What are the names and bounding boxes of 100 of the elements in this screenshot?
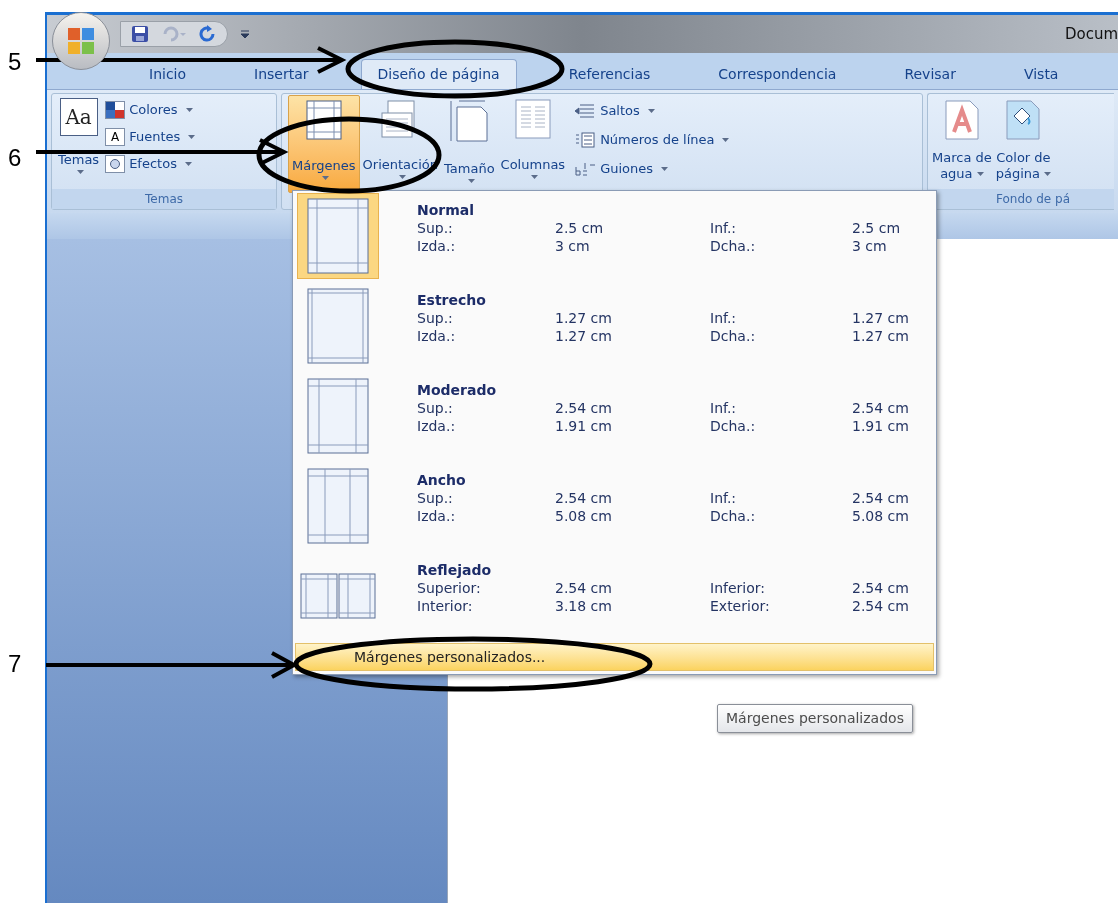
caret-icon xyxy=(77,169,85,174)
window-title: Docum xyxy=(1064,23,1118,45)
margin-value: 2.5 cm xyxy=(852,219,901,237)
group-label: Temas xyxy=(52,189,276,209)
page-size-icon xyxy=(449,99,490,143)
margin-preset-item[interactable]: Moderado Sup.: 2.54 cm Inf.: 2.54 cm Izda.: 1.91 cm Dcha.: 1.91 cm xyxy=(293,373,936,463)
ribbon-tab[interactable]: Inicio xyxy=(133,59,203,89)
margin-label: Interior: xyxy=(417,597,474,615)
ribbon-tab[interactable]: Vista xyxy=(1007,59,1075,89)
margin-preset-item[interactable]: Reflejado Superior: 2.54 cm Inferior: 2.54 cm Interior: 3.18 cm Exterior: 2.54 cm xyxy=(293,553,936,643)
preset-name: Ancho xyxy=(417,471,467,489)
margin-value: 5.08 cm xyxy=(852,507,909,525)
save-icon[interactable] xyxy=(131,25,149,43)
margin-value: 2.54 cm xyxy=(555,399,613,417)
ribbon-option-button[interactable]: Números de línea xyxy=(574,128,730,152)
margin-label: Inf.: xyxy=(710,399,738,417)
caret-icon xyxy=(184,162,192,166)
margin-value: 2.54 cm xyxy=(852,579,909,597)
effects-icon xyxy=(105,155,126,173)
step-number: 7 xyxy=(8,649,22,679)
ribbon-tab[interactable]: Revisar xyxy=(888,59,972,89)
ribbon-tab[interactable]: Correspondencia xyxy=(702,59,853,89)
margin-preset-item[interactable]: Estrecho Sup.: 1.27 cm Inf.: 1.27 cm Izda.: 1.27 cm Dcha.: 1.27 cm xyxy=(293,283,936,373)
margin-value: 1.91 cm xyxy=(555,417,613,435)
line-numbers-icon xyxy=(574,132,597,148)
margin-value: 1.27 cm xyxy=(852,309,909,327)
theme-option-button[interactable]: Efectos xyxy=(105,152,196,176)
page-margins-icon xyxy=(307,288,369,364)
theme-option-button[interactable]: A Fuentes xyxy=(105,125,196,149)
margin-value: 2.54 cm xyxy=(555,579,613,597)
step-number: 6 xyxy=(8,143,22,173)
margin-value: 2.54 cm xyxy=(852,399,909,417)
margin-value: 1.27 cm xyxy=(852,327,909,345)
mirrored-pages-icon xyxy=(300,573,376,619)
caret-icon xyxy=(647,109,655,113)
margin-value: 1.27 cm xyxy=(555,327,613,345)
page-color-icon xyxy=(1006,100,1041,140)
watermark-icon xyxy=(944,100,979,140)
margin-label: Dcha.: xyxy=(710,237,757,255)
themes-button[interactable]: Aa Temas xyxy=(58,98,100,189)
margin-value: 3 cm xyxy=(852,237,887,255)
margin-label: Inferior: xyxy=(710,579,766,597)
caret-icon xyxy=(398,174,406,179)
ribbon-button[interactable]: Color de página xyxy=(995,100,1052,189)
custom-margins-item[interactable]: Márgenes personalizados... xyxy=(295,643,934,671)
caret-icon xyxy=(188,135,196,139)
ribbon-tab[interactable]: Diseño de página xyxy=(360,59,517,89)
preset-name: Reflejado xyxy=(417,561,493,579)
preset-name: Moderado xyxy=(417,381,498,399)
ribbon-tab[interactable]: Referencias xyxy=(552,59,667,89)
margin-label: Inf.: xyxy=(710,489,738,507)
page-margins-icon xyxy=(307,198,369,274)
preset-name: Estrecho xyxy=(417,291,487,309)
margin-value: 2.54 cm xyxy=(555,489,613,507)
customize-toolbar-icon[interactable] xyxy=(240,29,250,39)
margin-value: 1.27 cm xyxy=(555,309,613,327)
ribbon-option-button[interactable]: Saltos xyxy=(574,99,730,123)
margin-label: Sup.: xyxy=(417,399,454,417)
step-number: 5 xyxy=(8,47,22,77)
margin-label: Dcha.: xyxy=(710,327,757,345)
page-margins-icon xyxy=(307,468,369,544)
ribbon-option-button[interactable]: Guiones xyxy=(574,157,730,181)
color-palette-icon xyxy=(105,101,126,119)
themes-icon: Aa xyxy=(59,98,98,136)
page-margins-icon xyxy=(307,378,369,454)
ribbon-button[interactable]: Marca de agua xyxy=(932,100,992,189)
margin-label: Izda.: xyxy=(417,237,457,255)
margin-label: Sup.: xyxy=(417,219,454,237)
font-icon: A xyxy=(105,128,126,146)
caret-icon xyxy=(322,175,330,180)
ribbon-tab[interactable]: Insertar xyxy=(238,59,325,89)
margin-label: Dcha.: xyxy=(710,507,757,525)
margin-label: Izda.: xyxy=(417,507,457,525)
theme-option-button[interactable]: Colores xyxy=(105,98,196,122)
margin-label: Sup.: xyxy=(417,309,454,327)
caret-icon xyxy=(722,138,730,142)
hyphenation-icon xyxy=(574,161,597,177)
caret-icon xyxy=(185,108,193,112)
breaks-icon xyxy=(574,103,597,119)
margin-value: 2.5 cm xyxy=(555,219,605,237)
margin-value: 1.91 cm xyxy=(852,417,909,435)
redo-icon[interactable] xyxy=(199,25,217,43)
caret-icon xyxy=(976,172,984,176)
margin-label: Inf.: xyxy=(710,219,738,237)
columns-icon xyxy=(514,99,551,139)
margin-label: Dcha.: xyxy=(710,417,757,435)
margin-preset-item[interactable]: Ancho Sup.: 2.54 cm Inf.: 2.54 cm Izda.: 5.08 cm Dcha.: 5.08 cm xyxy=(293,463,936,553)
ribbon-button[interactable]: Tamaño xyxy=(441,95,498,193)
ribbon-button[interactable]: Columnas xyxy=(497,95,569,193)
margin-value: 2.54 cm xyxy=(852,489,909,507)
caret-icon xyxy=(467,178,475,183)
margin-value: 3 cm xyxy=(555,237,591,255)
margin-value: 3.18 cm xyxy=(555,597,613,615)
office-logo-icon xyxy=(66,26,96,56)
margin-value: 2.54 cm xyxy=(852,597,909,615)
margin-label: Izda.: xyxy=(417,417,457,435)
caret-icon xyxy=(661,167,668,171)
preset-name: Normal xyxy=(417,201,476,219)
margin-label: Superior: xyxy=(417,579,482,597)
margin-label: Inf.: xyxy=(710,309,738,327)
